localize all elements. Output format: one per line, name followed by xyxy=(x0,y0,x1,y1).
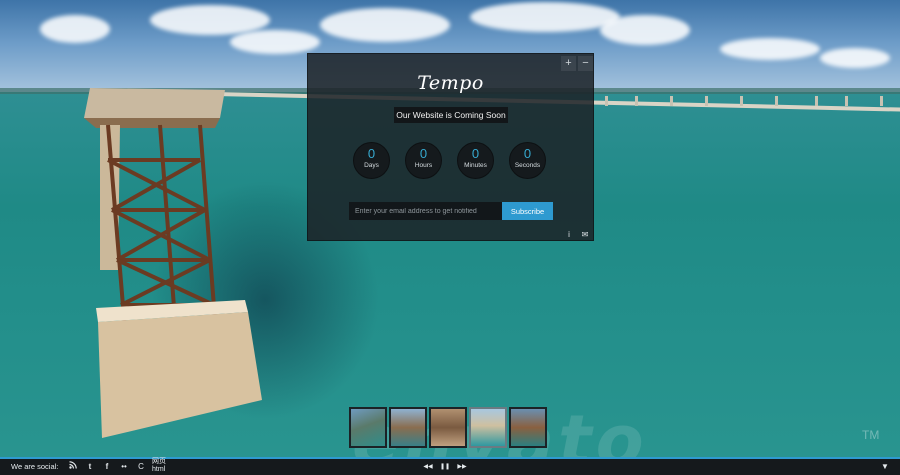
counter-days: 0 Days xyxy=(353,142,390,179)
mail-icon[interactable]: ✉ xyxy=(579,229,591,241)
thumbnail-5[interactable] xyxy=(509,407,547,448)
flickr-icon[interactable]: •• xyxy=(118,461,130,473)
counter-value: 0 xyxy=(419,146,428,161)
counter-value: 0 xyxy=(367,146,376,161)
counter-value: 0 xyxy=(523,146,532,161)
coming-soon-panel: + − Tempo Our Website is Coming Soon 0 D… xyxy=(307,53,594,241)
thumbnail-strip xyxy=(349,407,550,449)
logo: Tempo xyxy=(417,72,484,94)
facebook-icon[interactable]: f xyxy=(101,461,113,473)
email-input[interactable] xyxy=(349,202,502,220)
page-label: 网页 html xyxy=(152,458,166,473)
thumbnail-4[interactable] xyxy=(469,407,507,448)
social-label: We are social: xyxy=(11,462,59,471)
tagline: Our Website is Coming Soon xyxy=(394,107,508,123)
counter-label: Minutes xyxy=(464,162,487,169)
toggle-thumbnails-button[interactable]: ▼ xyxy=(879,461,891,473)
counter-label: Hours xyxy=(414,162,433,169)
counter-minutes: 0 Minutes xyxy=(457,142,494,179)
expand-button[interactable]: + xyxy=(561,56,576,71)
bottom-bar: We are social: t f •• C 网页 html ◀◀ ❚❚ ▶▶ … xyxy=(0,457,900,475)
thumbnail-2[interactable] xyxy=(389,407,427,448)
pause-button[interactable]: ❚❚ xyxy=(439,461,451,473)
counter-seconds: 0 Seconds xyxy=(509,142,546,179)
subscribe-button[interactable]: Subscribe xyxy=(502,202,553,220)
counter-value: 0 xyxy=(471,146,480,161)
twitter-icon[interactable]: t xyxy=(84,461,96,473)
prev-slide-button[interactable]: ◀◀ xyxy=(422,461,434,473)
old-bridge-illustration xyxy=(84,88,262,438)
next-slide-button[interactable]: ▶▶ xyxy=(456,461,468,473)
collapse-button[interactable]: − xyxy=(578,56,593,71)
google-plus-icon[interactable]: C xyxy=(135,461,147,473)
thumbnail-1[interactable] xyxy=(349,407,387,448)
thumbnail-3[interactable] xyxy=(429,407,467,448)
counter-label: Seconds xyxy=(514,162,541,169)
trademark-sign: TM xyxy=(862,428,880,442)
info-icon[interactable]: i xyxy=(563,229,575,241)
counter-hours: 0 Hours xyxy=(405,142,442,179)
counter-label: Days xyxy=(364,162,379,169)
countdown: 0 Days 0 Hours 0 Minutes 0 Seconds xyxy=(353,142,553,180)
rss-icon[interactable] xyxy=(67,461,79,473)
